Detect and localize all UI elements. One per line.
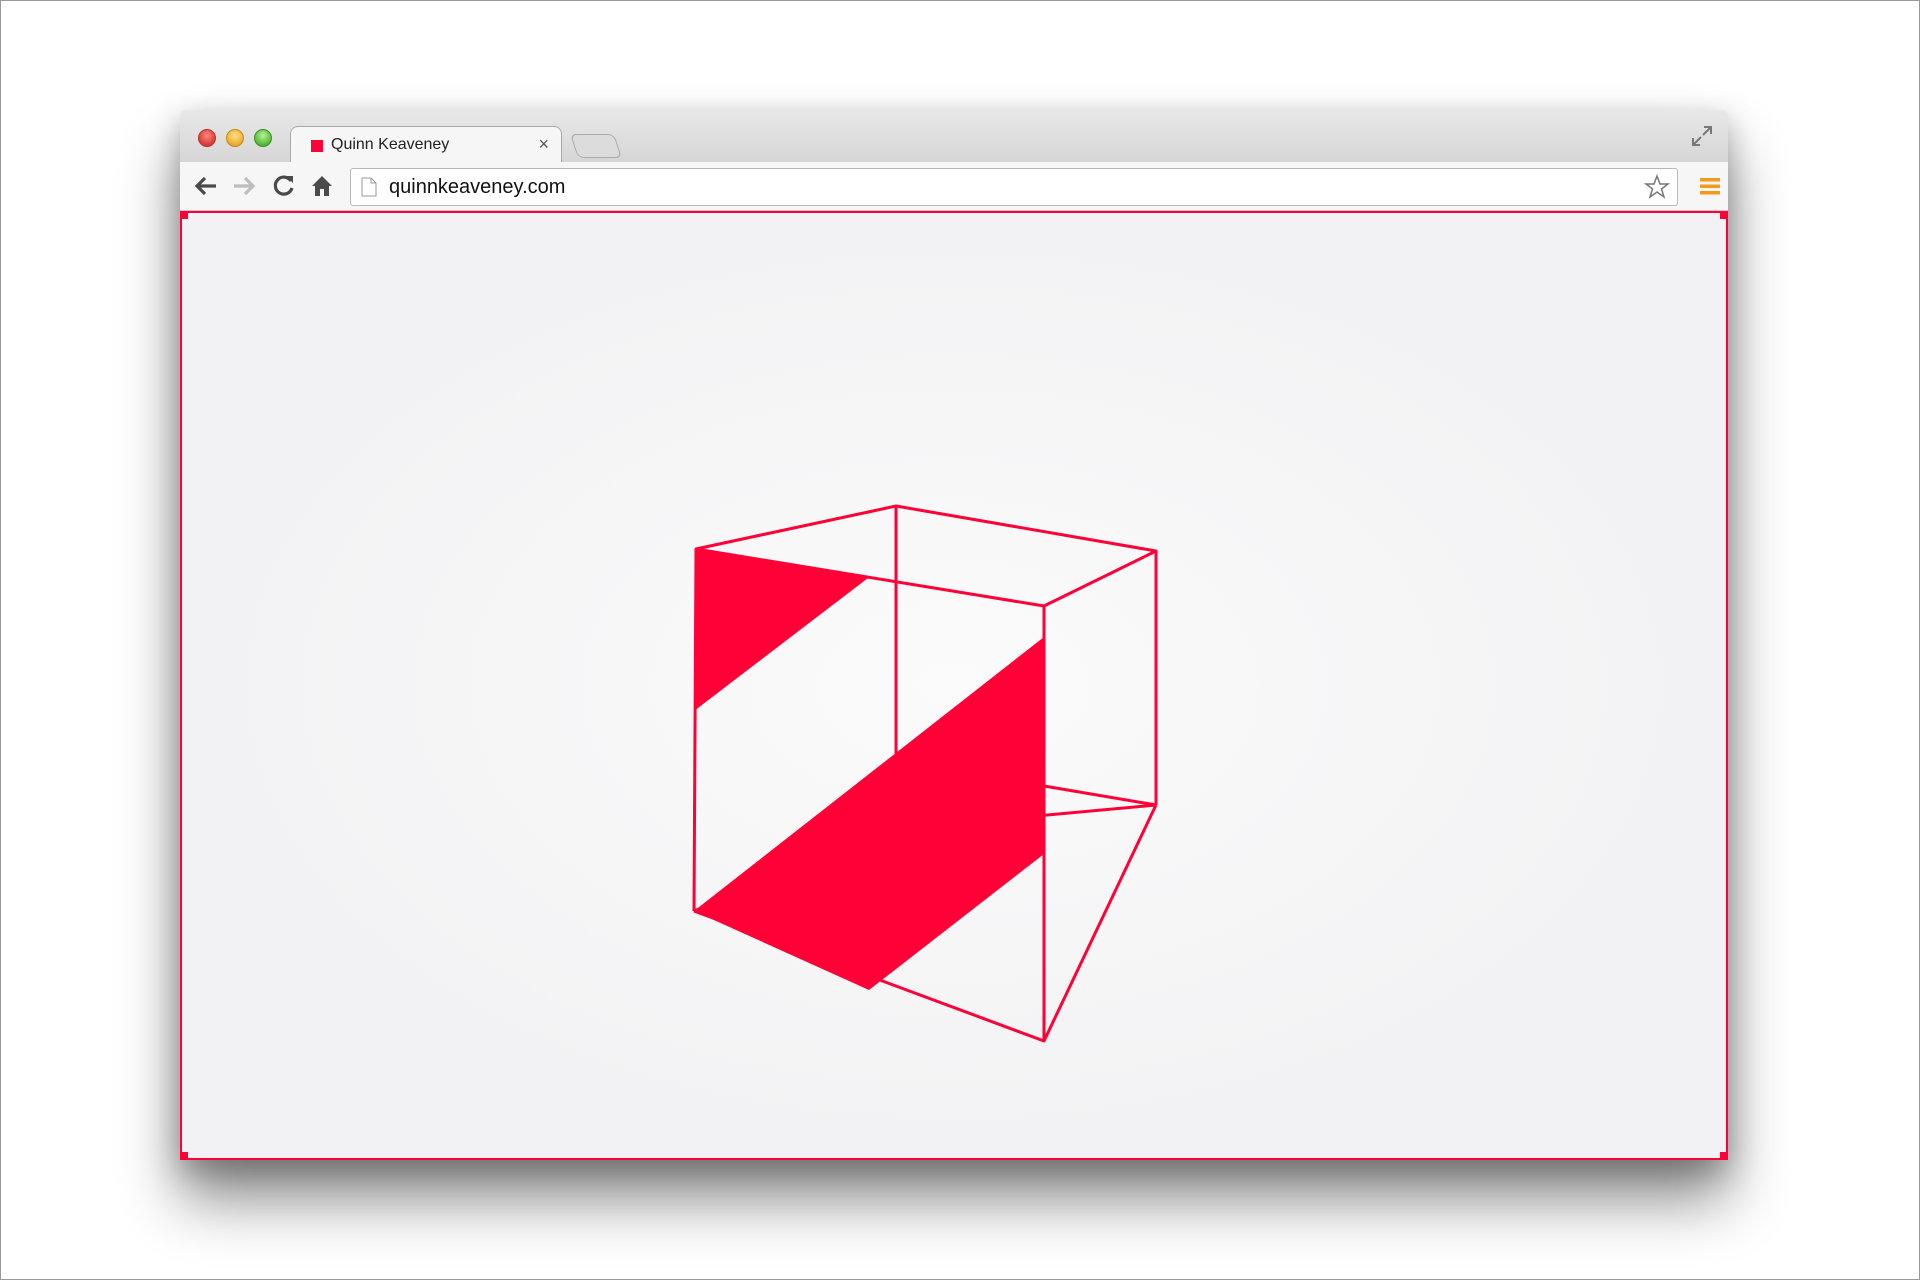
star-icon[interactable] [1643, 173, 1671, 201]
tab-quinn-keaveney[interactable]: Quinn Keaveney × [290, 126, 562, 163]
favicon-icon [311, 140, 323, 152]
back-arrow-icon[interactable] [192, 172, 220, 200]
close-window-button[interactable] [198, 129, 216, 147]
hamburger-menu-icon[interactable] [1698, 174, 1722, 198]
title-bar: Quinn Keaveney × [180, 110, 1728, 163]
toolbar: quinnkeaveney.com [180, 162, 1728, 211]
tab-title: Quinn Keaveney [331, 136, 450, 153]
address-bar[interactable]: quinnkeaveney.com [350, 168, 1678, 206]
page-viewport [180, 211, 1728, 1160]
close-tab-icon[interactable]: × [538, 134, 549, 155]
page-icon [361, 177, 377, 197]
forward-arrow-icon[interactable] [230, 172, 258, 200]
cube-logo [692, 504, 1158, 1043]
fullscreen-icon[interactable] [1690, 124, 1714, 148]
home-icon[interactable] [308, 172, 336, 200]
new-tab-button[interactable] [570, 134, 622, 158]
zoom-window-button[interactable] [254, 129, 272, 147]
url-text[interactable]: quinnkeaveney.com [389, 176, 565, 199]
reload-icon[interactable] [270, 172, 298, 200]
minimize-window-button[interactable] [226, 129, 244, 147]
cube-stripe-lower [694, 637, 1044, 990]
browser-window: Quinn Keaveney × quinnkeaveney.com [180, 110, 1728, 1160]
